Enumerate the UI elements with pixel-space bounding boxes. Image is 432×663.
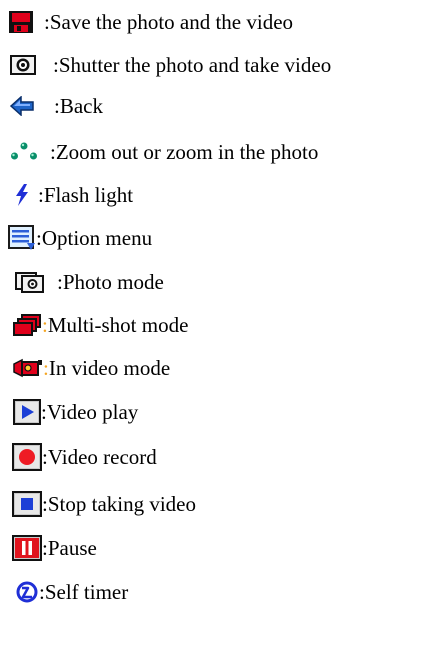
back-arrow-icon <box>10 96 34 116</box>
save-icon <box>8 10 34 34</box>
legend-description: Save the photo and the video <box>49 9 294 34</box>
legend-item-flash: : Flash light <box>14 175 133 215</box>
legend-description: Flash light <box>43 182 134 207</box>
legend-description: Photo mode <box>62 269 164 294</box>
legend-item-option-menu: : Option menu <box>8 218 152 258</box>
zoom-icon <box>10 141 38 163</box>
legend-description: Video play <box>46 399 139 424</box>
legend-description: Self timer <box>44 579 129 604</box>
legend-item-video-mode: : In video mode <box>13 348 170 388</box>
shutter-icon <box>9 54 37 76</box>
legend-item-save: : Save the photo and the video <box>8 2 293 42</box>
icon-legend: : Save the photo and the video : Shutter… <box>0 0 432 663</box>
video-record-icon <box>12 443 42 471</box>
flash-icon <box>14 183 30 207</box>
legend-item-video-record: : Video record <box>12 437 157 477</box>
legend-item-self-timer: : Self timer <box>15 572 128 612</box>
legend-description: Back <box>59 93 103 118</box>
legend-item-shutter: : Shutter the photo and take video <box>9 45 331 85</box>
multi-shot-icon <box>12 314 42 336</box>
legend-item-pause: : Pause <box>12 528 97 568</box>
legend-description: Video record <box>47 444 157 469</box>
legend-item-multi-shot: : Multi-shot mode <box>12 305 188 345</box>
option-menu-icon <box>8 225 36 251</box>
legend-description: Multi-shot mode <box>47 312 189 337</box>
legend-item-photo-mode: : Photo mode <box>15 262 164 302</box>
legend-description: Option menu <box>41 225 153 250</box>
legend-item-stop: : Stop taking video <box>12 484 196 524</box>
legend-description: In video mode <box>48 355 171 380</box>
legend-description: Stop taking video <box>47 491 197 516</box>
video-play-icon <box>13 399 41 425</box>
self-timer-icon <box>15 580 39 604</box>
legend-item-zoom: : Zoom out or zoom in the photo <box>10 132 318 172</box>
legend-description: Pause <box>47 535 97 560</box>
photo-mode-icon <box>15 271 45 293</box>
legend-description: Zoom out or zoom in the photo <box>55 139 319 164</box>
legend-item-back: : Back <box>10 86 103 126</box>
video-mode-icon <box>13 357 43 379</box>
stop-video-icon <box>12 491 42 517</box>
legend-description: Shutter the photo and take video <box>58 52 332 77</box>
legend-item-video-play: : Video play <box>13 392 138 432</box>
pause-icon <box>12 535 42 561</box>
